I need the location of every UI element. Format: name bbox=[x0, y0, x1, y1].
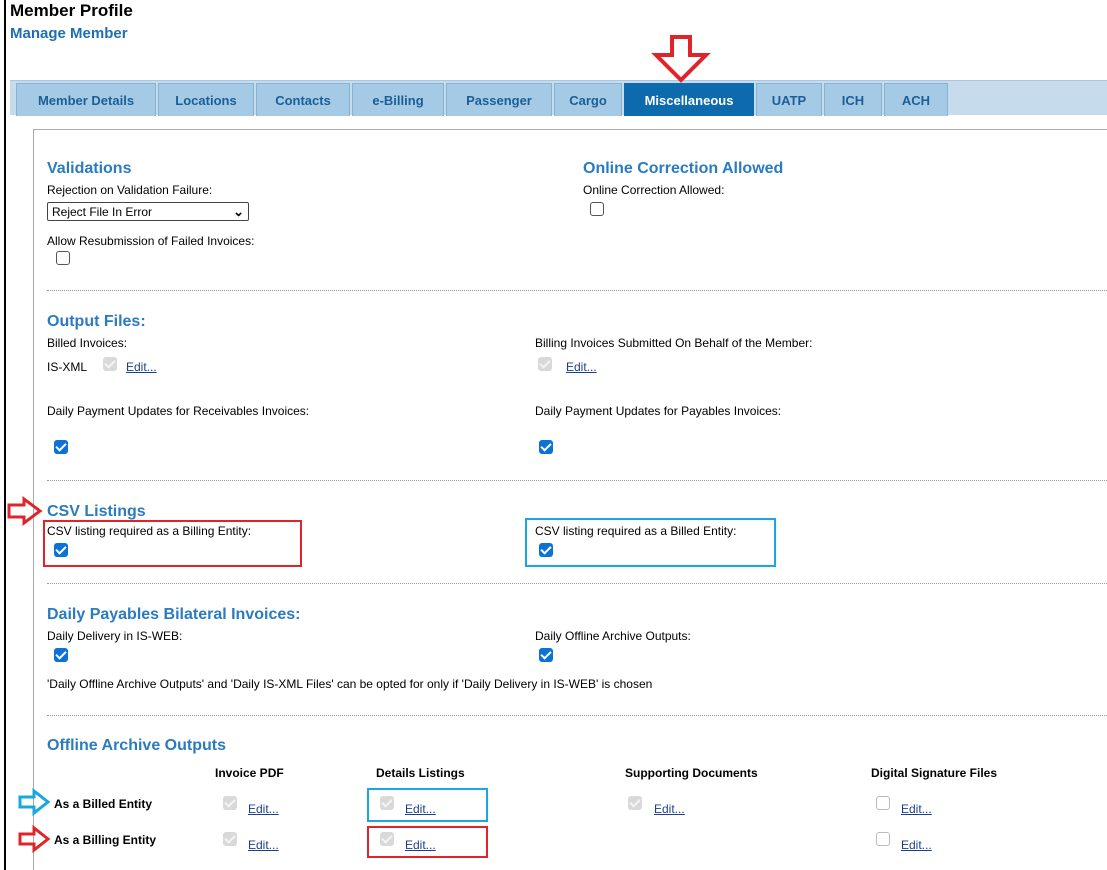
tab-bar: Member Details Locations Contacts e-Bill… bbox=[10, 80, 1107, 116]
row-label-billing-entity: As a Billing Entity bbox=[54, 833, 157, 847]
billing-invoice-pdf-edit-link[interactable]: Edit... bbox=[248, 838, 279, 852]
rejection-label: Rejection on Validation Failure: bbox=[47, 183, 213, 197]
red-down-arrow-icon bbox=[651, 35, 711, 83]
csv-listings-title: CSV Listings bbox=[47, 503, 146, 520]
billed-details-listings-edit-link[interactable]: Edit... bbox=[405, 802, 436, 816]
online-correction-title: Online Correction Allowed bbox=[583, 160, 784, 177]
daily-payables-label: Daily Payment Updates for Payables Invoi… bbox=[535, 404, 782, 418]
tab-member-details[interactable]: Member Details bbox=[16, 83, 156, 116]
daily-delivery-checkbox[interactable] bbox=[54, 648, 68, 662]
on-behalf-checkbox bbox=[538, 357, 552, 371]
red-right-arrow-icon bbox=[7, 496, 43, 526]
divider bbox=[47, 583, 1107, 584]
chevron-down-icon: ⌄ bbox=[233, 204, 244, 219]
column-header-invoice-pdf: Invoice PDF bbox=[215, 766, 284, 780]
on-behalf-label: Billing Invoices Submitted On Behalf of … bbox=[535, 336, 813, 350]
billed-invoices-edit-link[interactable]: Edit... bbox=[126, 360, 157, 374]
billing-digital-signature-checkbox bbox=[876, 832, 890, 846]
validations-title: Validations bbox=[47, 160, 132, 177]
daily-offline-label: Daily Offline Archive Outputs: bbox=[535, 629, 691, 643]
billed-invoices-label: Billed Invoices: bbox=[47, 336, 128, 350]
output-files-title: Output Files: bbox=[47, 313, 146, 330]
csv-billed-entity-label: CSV listing required as a Billed Entity: bbox=[535, 524, 737, 538]
column-header-details-listings: Details Listings bbox=[376, 766, 465, 780]
billed-details-listings-checkbox bbox=[380, 796, 394, 810]
column-header-supporting-documents: Supporting Documents bbox=[625, 766, 758, 780]
daily-receivables-label: Daily Payment Updates for Receivables In… bbox=[47, 404, 310, 418]
billed-digital-signature-checkbox bbox=[876, 796, 890, 810]
daily-payables-checkbox[interactable] bbox=[539, 440, 553, 454]
daily-receivables-checkbox[interactable] bbox=[54, 440, 68, 454]
billing-details-listings-checkbox bbox=[380, 832, 394, 846]
tab-uatp[interactable]: UATP bbox=[756, 83, 822, 116]
csv-billing-entity-checkbox[interactable] bbox=[54, 543, 68, 557]
billed-invoice-pdf-checkbox bbox=[223, 796, 237, 810]
page-subtitle: Manage Member bbox=[10, 25, 128, 42]
on-behalf-edit-link[interactable]: Edit... bbox=[566, 360, 597, 374]
billed-digital-signature-edit-link[interactable]: Edit... bbox=[901, 802, 932, 816]
billed-invoices-format: IS-XML bbox=[47, 360, 88, 374]
daily-payables-note: 'Daily Offline Archive Outputs' and 'Dai… bbox=[47, 677, 653, 691]
online-correction-checkbox[interactable] bbox=[590, 202, 604, 216]
resubmission-checkbox[interactable] bbox=[56, 251, 70, 265]
billing-invoice-pdf-checkbox bbox=[223, 832, 237, 846]
billing-digital-signature-edit-link[interactable]: Edit... bbox=[901, 838, 932, 852]
divider bbox=[47, 715, 1107, 716]
divider bbox=[47, 480, 1107, 481]
red-right-arrow-icon bbox=[18, 824, 51, 854]
row-label-billed-entity: As a Billed Entity bbox=[54, 797, 153, 811]
tab-e-billing[interactable]: e-Billing bbox=[352, 83, 444, 116]
page-title: Member Profile bbox=[10, 1, 133, 20]
offline-archive-title: Offline Archive Outputs bbox=[47, 737, 226, 754]
divider bbox=[47, 290, 1107, 291]
blue-right-arrow-icon bbox=[18, 787, 51, 817]
billed-supporting-documents-edit-link[interactable]: Edit... bbox=[654, 802, 685, 816]
tab-cargo[interactable]: Cargo bbox=[554, 83, 622, 116]
daily-payables-bilateral-title: Daily Payables Bilateral Invoices: bbox=[47, 606, 301, 623]
rejection-select[interactable]: Reject File In Error ⌄ bbox=[47, 202, 249, 221]
billing-details-listings-edit-link[interactable]: Edit... bbox=[405, 838, 436, 852]
billed-supporting-documents-checkbox bbox=[628, 796, 642, 810]
online-correction-label: Online Correction Allowed: bbox=[583, 183, 725, 197]
tab-contacts[interactable]: Contacts bbox=[256, 83, 350, 116]
tab-ach[interactable]: ACH bbox=[884, 83, 948, 116]
daily-offline-checkbox[interactable] bbox=[539, 648, 553, 662]
tab-locations[interactable]: Locations bbox=[158, 83, 254, 116]
csv-billing-entity-label: CSV listing required as a Billing Entity… bbox=[47, 524, 252, 538]
daily-delivery-label: Daily Delivery in IS-WEB: bbox=[47, 629, 183, 643]
billed-invoice-pdf-edit-link[interactable]: Edit... bbox=[248, 802, 279, 816]
tab-passenger[interactable]: Passenger bbox=[446, 83, 552, 116]
csv-billed-entity-checkbox[interactable] bbox=[539, 543, 553, 557]
frame-border bbox=[4, 0, 6, 870]
billed-invoices-checkbox bbox=[103, 357, 117, 371]
rejection-select-value: Reject File In Error bbox=[52, 204, 153, 219]
column-header-digital-signature-files: Digital Signature Files bbox=[871, 766, 998, 780]
tab-ich[interactable]: ICH bbox=[824, 83, 882, 116]
tab-miscellaneous[interactable]: Miscellaneous bbox=[624, 83, 754, 116]
resubmission-label: Allow Resubmission of Failed Invoices: bbox=[47, 234, 255, 248]
